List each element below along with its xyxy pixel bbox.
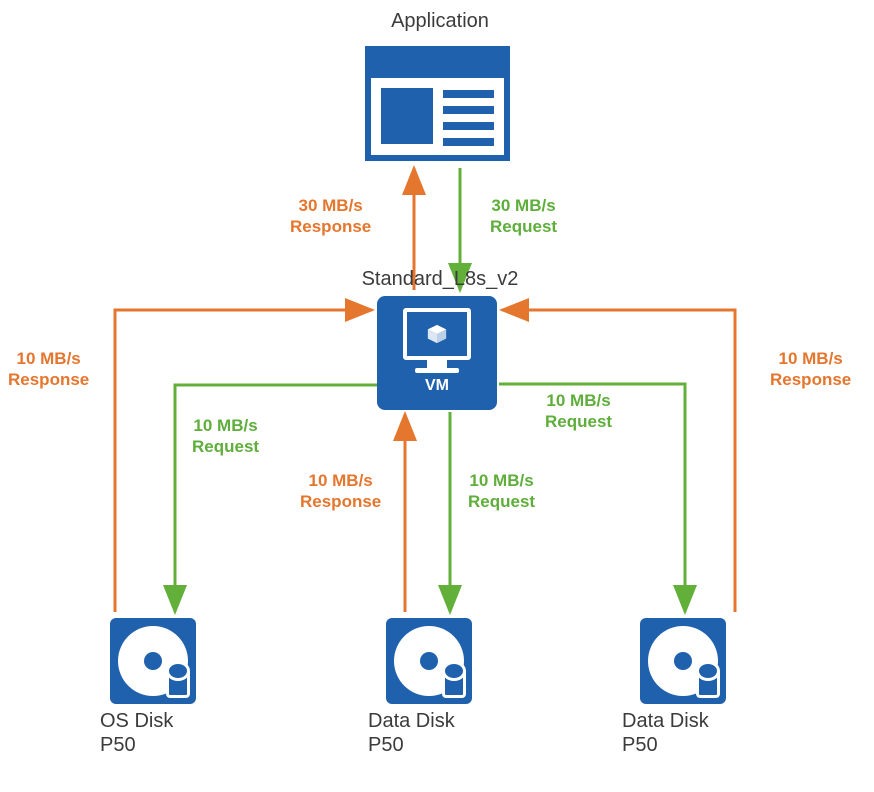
vm-icon: VM	[377, 296, 497, 410]
data-disk-2-tier: P50	[622, 734, 658, 757]
application-title: Application	[360, 10, 520, 33]
os-disk-icon	[110, 618, 196, 704]
data-disk-1-tier: P50	[368, 734, 404, 757]
app-response-label: 30 MB/s Response	[290, 195, 371, 238]
application-icon	[365, 46, 510, 161]
data-disk-1-name: Data Disk	[368, 710, 455, 733]
os-response-label: 10 MB/s Response	[8, 348, 89, 391]
data-disk-1-icon	[386, 618, 472, 704]
data-disk-2-icon	[640, 618, 726, 704]
app-request-label: 30 MB/s Request	[490, 195, 557, 238]
data-disk-2-name: Data Disk	[622, 710, 709, 733]
vm-label: VM	[425, 377, 449, 395]
data2-response-label: 10 MB/s Response	[770, 348, 851, 391]
data1-request-label: 10 MB/s Request	[468, 470, 535, 513]
data1-response-label: 10 MB/s Response	[300, 470, 381, 513]
data2-request-label: 10 MB/s Request	[545, 390, 612, 433]
vm-sku-label: Standard_L8s_v2	[355, 268, 525, 291]
os-disk-name: OS Disk	[100, 710, 173, 733]
os-request-label: 10 MB/s Request	[192, 415, 259, 458]
cube-icon	[426, 323, 448, 345]
os-disk-tier: P50	[100, 734, 136, 757]
